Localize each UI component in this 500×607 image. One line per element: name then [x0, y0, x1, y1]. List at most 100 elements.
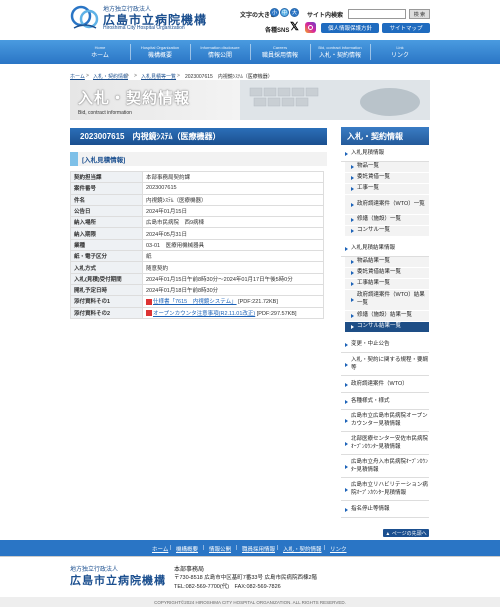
nav-link-en: Link: [396, 45, 404, 50]
instagram-icon[interactable]: [305, 22, 316, 33]
row-key: 公告日: [70, 204, 143, 218]
search-label: サイト内検索: [307, 13, 344, 19]
sitemap-button[interactable]: サイトマップ: [382, 23, 430, 33]
footer-sep: |: [203, 545, 205, 551]
table-row: 案件番号 2023007615: [70, 182, 324, 195]
sidebar-item[interactable]: 委託賃借一覧: [345, 173, 429, 184]
attachment-cell: 仕様書「7615 内視鏡システム」 [PDF:221.72KB]: [142, 295, 324, 308]
sidebar-item[interactable]: 広島市立広島市民病院オープンカウンター見積情報: [341, 411, 429, 432]
row-key: 紙・電子区分: [70, 250, 143, 263]
breadcrumb-list[interactable]: 入札見積等一覧: [141, 73, 176, 80]
footer-link-disclosure[interactable]: 情報公開: [209, 545, 231, 553]
breadcrumb-sep: >: [126, 73, 129, 79]
breadcrumb-home[interactable]: ホーム: [70, 73, 85, 80]
nav-organization[interactable]: Hospital Organization 機構概要: [130, 40, 190, 64]
copyright: COPYRIGHT©2024 HIROSHIMA CITY HOSPITAL O…: [0, 597, 500, 607]
privacy-policy-button[interactable]: 個人情報保護方針: [321, 23, 379, 33]
nav-careers[interactable]: Careers 職員採用情報: [250, 40, 310, 64]
table-row: 件名 内視鏡ｼｽﾃﾑ（医療機器）: [70, 193, 324, 206]
sidebar-item-active[interactable]: コンサル結果一覧: [345, 322, 429, 333]
table-row: 業種 03-01 医療用機械器具: [70, 238, 324, 252]
sidebar-item[interactable]: 物品結果一覧: [345, 257, 429, 268]
sidebar-item[interactable]: 指名停止等情報: [341, 503, 429, 518]
attachment-link[interactable]: オープンカウンタ注意事項(R2.11.01改正): [153, 311, 255, 317]
sidebar-item[interactable]: 政府調達案件（WTO）一覧: [345, 195, 429, 215]
footer-link-link[interactable]: リンク: [330, 545, 347, 553]
nav-link[interactable]: Link リンク: [370, 40, 430, 64]
breadcrumb-current: 2023007615 内視鏡ｼｽﾃﾑ（医療機器）: [185, 74, 273, 80]
table-row: 納入場所 広島市民病院 西9病棟: [70, 216, 324, 229]
sidebar-title: 入札・契約情報: [341, 127, 429, 145]
row-key: 入札(見積)受付期間: [70, 272, 143, 285]
row-key: 業種: [70, 238, 143, 252]
attachment-size: [PDF:221.72KB]: [238, 299, 278, 306]
table-row: 納入期限 2024年05月31日: [70, 227, 324, 240]
sidebar-item[interactable]: 広島市立舟入市民病院ｵｰﾌﾟﾝｶｳﾝﾀｰ見積情報: [341, 457, 429, 478]
nav-disclosure[interactable]: Information disclosure 情報公開: [190, 40, 250, 64]
row-key: 入札方式: [70, 261, 143, 274]
sidebar-item[interactable]: コンサル一覧: [345, 226, 429, 237]
search-button[interactable]: 検 索: [409, 9, 430, 19]
sidebar-item[interactable]: 各種様式・様式: [341, 395, 429, 410]
nav-careers-en: Careers: [272, 45, 288, 50]
banner-subtitle: Bid, contract information: [78, 110, 132, 116]
footer-sep: |: [236, 545, 238, 551]
page-top-button[interactable]: ▲ ページの先頭へ: [383, 529, 429, 537]
row-value: 内視鏡ｼｽﾃﾑ（医療機器）: [142, 193, 324, 206]
sidebar-item[interactable]: 北部医療センター安佐市民病院ｵｰﾌﾟﾝｶｳﾝﾀｰ見積情報: [341, 434, 429, 455]
x-icon[interactable]: 𝕏: [290, 22, 301, 33]
nav-bid-contract-en: Bid, contract information: [318, 45, 362, 50]
breadcrumb-sep: >: [134, 73, 137, 79]
row-value: 2023007615: [142, 182, 324, 195]
sidebar-item[interactable]: 政府調達案件（WTO）: [341, 378, 429, 393]
nav-careers-jp: 職員採用情報: [261, 53, 298, 59]
attachment-link[interactable]: 仕様書「7615 内視鏡システム」: [153, 299, 237, 305]
row-key: 開札予定日時: [70, 283, 143, 297]
nav-organization-jp: 機構概要: [147, 53, 172, 59]
sidebar-section-results[interactable]: 入札見積結果情報: [341, 242, 429, 257]
footer-link-organization[interactable]: 機構概要: [176, 545, 198, 553]
row-value: 03-01 医療用機械器具: [142, 238, 324, 252]
footer-sep: |: [170, 545, 172, 551]
nav-disclosure-en: Information disclosure: [200, 45, 240, 50]
row-value: 2024年01月15日: [142, 204, 324, 218]
sidebar-item[interactable]: 委託賃借結果一覧: [345, 268, 429, 279]
pdf-icon: [146, 310, 152, 317]
nav-bid-contract[interactable]: Bid, contract information 入札・契約情報: [310, 40, 370, 64]
sidebar-item[interactable]: 工事一覧: [345, 184, 429, 195]
sns-label: 各種SNS: [265, 28, 290, 34]
row-key: 案件番号: [70, 182, 143, 195]
sidebar-item[interactable]: 政府調達案件（WTO）結果一覧: [345, 290, 429, 311]
page-banner: 入札・契約情報 Bid, contract information: [70, 80, 430, 120]
footer-link-careers[interactable]: 職員採用情報: [242, 545, 275, 553]
row-key: 納入場所: [70, 216, 143, 229]
sidebar-item[interactable]: 修繕（施設）一覧: [345, 215, 429, 226]
footer-link-bid-contract[interactable]: 入札・契約情報: [283, 545, 322, 553]
nav-home-en: Home: [94, 45, 106, 50]
footer-sep: |: [277, 545, 279, 551]
sidebar-item[interactable]: 工事結果一覧: [345, 279, 429, 290]
row-value: 紙: [142, 250, 324, 263]
sidebar-item[interactable]: 物品一覧: [345, 162, 429, 173]
table-row: 開札予定日時 2024年01月18日午前8時30分: [70, 283, 324, 297]
sidebar-item[interactable]: 入札・契約に関する規程・要綱等: [341, 355, 429, 376]
sidebar-item[interactable]: 広島市立リハビリテーション病院ｵｰﾌﾟﾝｶｳﾝﾀｰ見積情報: [341, 480, 429, 501]
breadcrumb-bid-contract[interactable]: 入札・契約情報: [93, 73, 128, 80]
footer-link-home[interactable]: ホーム: [152, 545, 168, 553]
footer-org-name: 広島市立病院機構: [70, 575, 166, 587]
pdf-icon: [146, 298, 152, 305]
sidebar-item[interactable]: 変更・中止公告: [341, 338, 429, 353]
font-medium-button[interactable]: 中: [280, 8, 289, 17]
sidebar-item[interactable]: 修繕（施設）結果一覧: [345, 311, 429, 322]
logo-mark-icon: [70, 5, 99, 29]
sidebar-section-bids[interactable]: 入札見積情報: [341, 147, 429, 162]
search-input[interactable]: [348, 9, 406, 19]
nav-home[interactable]: Home ホーム: [70, 40, 130, 64]
font-large-button[interactable]: 大: [290, 8, 299, 17]
row-key: 納入期限: [70, 227, 143, 240]
font-small-button[interactable]: 小: [270, 8, 279, 17]
footer-sep: |: [324, 545, 326, 551]
table-row: 添付資料その2 オープンカウンタ注意事項(R2.11.01改正) [PDF:297…: [70, 306, 324, 319]
page-title: 2023007615 内視鏡ｼｽﾃﾑ（医療機器）: [70, 128, 327, 145]
sitemap-label: サイトマップ: [389, 26, 423, 32]
